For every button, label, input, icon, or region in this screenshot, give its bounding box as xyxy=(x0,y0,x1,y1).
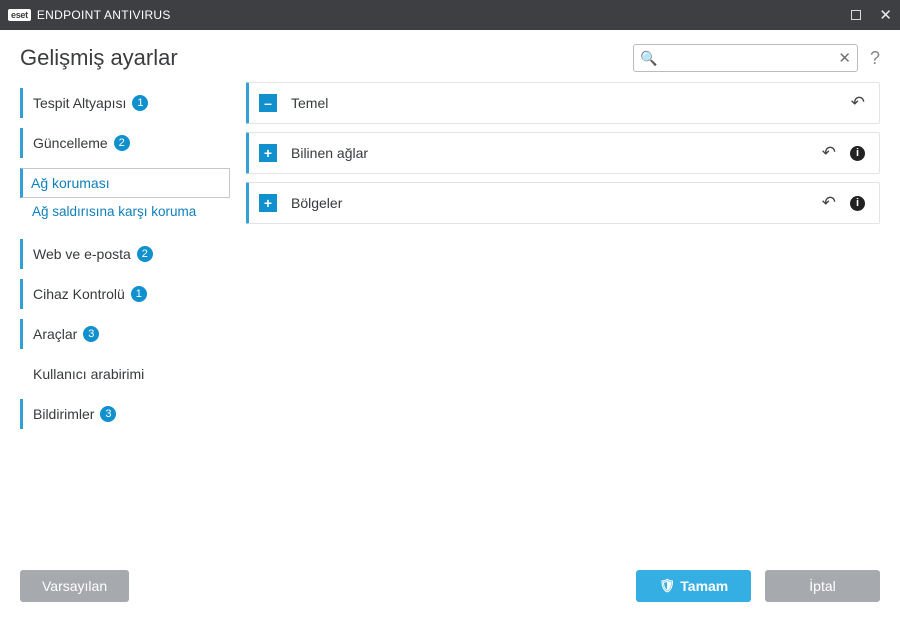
count-badge: 3 xyxy=(83,326,99,342)
sidebar-item-tools[interactable]: Araçlar 3 xyxy=(20,319,230,349)
panel-known-networks[interactable]: Bilinen ağlar ↶ i xyxy=(246,132,880,174)
titlebar: eset ENDPOINT ANTIVIRUS ✕ xyxy=(0,0,900,30)
sidebar-item-device-control[interactable]: Cihaz Kontrolü 1 xyxy=(20,279,230,309)
undo-icon[interactable]: ↶ xyxy=(822,193,836,213)
search-icon: 🔍 xyxy=(640,50,657,67)
sidebar-item-label: Güncelleme xyxy=(33,135,108,151)
close-icon[interactable]: ✕ xyxy=(879,8,892,23)
sidebar-item-notifications[interactable]: Bildirimler 3 xyxy=(20,399,230,429)
sidebar-item-detection-engine[interactable]: Tespit Altyapısı 1 xyxy=(20,88,230,118)
panel-title: Temel xyxy=(291,95,328,111)
footer: Varsayılan 🛡 Tamam İptal xyxy=(0,556,900,620)
count-badge: 2 xyxy=(137,246,153,262)
panel-title: Bilinen ağlar xyxy=(291,145,368,161)
collapse-icon[interactable] xyxy=(259,94,277,112)
sidebar-item-label: Tespit Altyapısı xyxy=(33,95,126,111)
count-badge: 1 xyxy=(132,95,148,111)
panel-zones[interactable]: Bölgeler ↶ i xyxy=(246,182,880,224)
sidebar-item-network-protection[interactable]: Ağ koruması xyxy=(20,168,230,198)
sidebar: Tespit Altyapısı 1 Güncelleme 2 Ağ korum… xyxy=(20,82,230,572)
content: Temel ↶ Bilinen ağlar ↶ i Bölgeler ↶ i xyxy=(230,82,880,572)
ok-button[interactable]: 🛡 Tamam xyxy=(636,570,751,602)
search-input[interactable] xyxy=(661,51,838,66)
info-icon[interactable]: i xyxy=(850,196,865,211)
ok-button-label: Tamam xyxy=(680,578,728,594)
sidebar-item-label: Ağ koruması xyxy=(31,175,110,191)
defaults-button[interactable]: Varsayılan xyxy=(20,570,129,602)
sidebar-item-label: Cihaz Kontrolü xyxy=(33,286,125,302)
header: Gelişmiş ayarlar 🔍 ✕ ? xyxy=(0,30,900,82)
panel-basic[interactable]: Temel ↶ xyxy=(246,82,880,124)
app-title: ENDPOINT ANTIVIRUS xyxy=(37,8,171,22)
shield-icon: 🛡 xyxy=(659,578,676,594)
info-icon[interactable]: i xyxy=(850,146,865,161)
undo-icon[interactable]: ↶ xyxy=(851,93,865,113)
clear-search-icon[interactable]: ✕ xyxy=(838,49,851,67)
sidebar-item-user-interface[interactable]: Kullanıcı arabirimi xyxy=(20,359,230,389)
search-box[interactable]: 🔍 ✕ xyxy=(633,44,858,72)
sidebar-item-update[interactable]: Güncelleme 2 xyxy=(20,128,230,158)
panel-title: Bölgeler xyxy=(291,195,342,211)
sidebar-item-label: Kullanıcı arabirimi xyxy=(33,366,144,382)
maximize-icon[interactable] xyxy=(851,7,861,23)
undo-icon[interactable]: ↶ xyxy=(822,143,836,163)
sidebar-item-label: Bildirimler xyxy=(33,406,94,422)
count-badge: 3 xyxy=(100,406,116,422)
page-title: Gelişmiş ayarlar xyxy=(20,45,178,71)
brand-badge: eset xyxy=(8,9,31,21)
sidebar-subitem-network-attack-protection[interactable]: Ağ saldırısına karşı koruma xyxy=(20,200,230,225)
window-controls: ✕ xyxy=(851,7,892,23)
expand-icon[interactable] xyxy=(259,144,277,162)
cancel-button[interactable]: İptal xyxy=(765,570,880,602)
sidebar-item-label: Araçlar xyxy=(33,326,77,342)
count-badge: 1 xyxy=(131,286,147,302)
expand-icon[interactable] xyxy=(259,194,277,212)
sidebar-item-label: Web ve e-posta xyxy=(33,246,131,262)
count-badge: 2 xyxy=(114,135,130,151)
help-icon[interactable]: ? xyxy=(870,48,880,69)
sidebar-item-web-email[interactable]: Web ve e-posta 2 xyxy=(20,239,230,269)
